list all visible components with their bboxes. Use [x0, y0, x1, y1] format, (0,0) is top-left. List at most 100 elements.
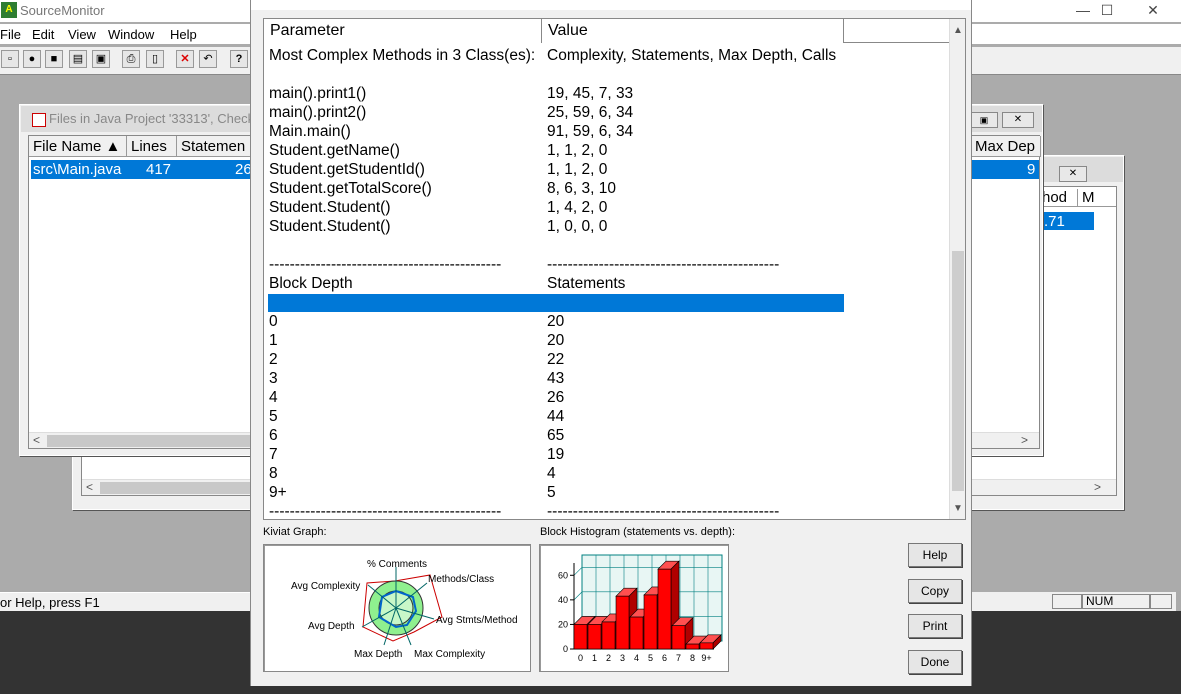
- menu-view[interactable]: View: [68, 27, 96, 42]
- param-cell: main().print1(): [269, 85, 367, 102]
- kiviat-label-avg-stmts: Avg Stmts/Method: [436, 615, 518, 626]
- param-cell: ----------------------------------------…: [269, 256, 502, 273]
- status-num: NUM: [1082, 594, 1150, 609]
- open-folder-icon[interactable]: ▤: [69, 50, 87, 68]
- col-max-depth[interactable]: Max Dep: [971, 136, 1041, 157]
- param-cell: main().print2(): [269, 104, 367, 121]
- histogram-svg: 02040600 1 2 3 4 5 6 7 8 9+: [558, 554, 723, 663]
- histogram-xtick: 3: [620, 653, 625, 663]
- value-cell: 1, 4, 2, 0: [547, 199, 608, 216]
- back-window-close-icon[interactable]: ✕: [1059, 166, 1087, 182]
- files-scroll-right-icon[interactable]: >: [1021, 433, 1028, 447]
- histogram-ytick: 20: [558, 619, 568, 629]
- value-cell: 20: [547, 313, 565, 330]
- document-icon: [32, 113, 46, 127]
- files-close-icon[interactable]: ✕: [1002, 112, 1034, 128]
- save-icon[interactable]: ▣: [92, 50, 110, 68]
- histogram-xtick: 4: [634, 653, 639, 663]
- param-cell: 2: [269, 351, 278, 368]
- context-help-icon[interactable]: ?: [230, 50, 248, 68]
- histogram-bar: [587, 624, 602, 650]
- param-cell: 9+: [269, 484, 287, 501]
- histogram-bar: [699, 642, 714, 650]
- value-cell: ----------------------------------------…: [547, 503, 780, 520]
- maximize-button[interactable]: ☐: [1084, 0, 1130, 22]
- copy-button[interactable]: Copy: [908, 579, 962, 603]
- kiviat-label-comments: % Comments: [367, 559, 427, 570]
- list-header: Parameter Value: [264, 19, 964, 43]
- param-cell: Most Complex Methods in 3 Class(es):: [269, 47, 536, 64]
- col-value[interactable]: Value: [542, 19, 844, 43]
- value-cell: 1, 1, 2, 0: [547, 161, 608, 178]
- app-title: SourceMonitor: [20, 3, 105, 18]
- undo-icon[interactable]: ↶: [199, 50, 217, 68]
- checkpoint-icon[interactable]: ■: [45, 50, 63, 68]
- param-cell: 6: [269, 427, 278, 444]
- back-col-b[interactable]: M: [1077, 189, 1095, 206]
- param-cell: 3: [269, 370, 278, 387]
- value-cell: 20: [547, 332, 565, 349]
- app-logo-icon: A: [1, 2, 17, 18]
- kiviat-svg: % Comments Methods/Class Avg Stmts/Metho…: [291, 559, 518, 660]
- value-cell: Complexity, Statements, Max Depth, Calls: [547, 47, 837, 64]
- col-statements[interactable]: Statemen: [177, 136, 257, 157]
- new-project-icon[interactable]: ●: [23, 50, 41, 68]
- histogram-bar: [643, 594, 658, 650]
- scroll-down-icon[interactable]: ▼: [950, 501, 965, 517]
- files-scroll-left-icon[interactable]: <: [33, 433, 40, 447]
- menu-help[interactable]: Help: [170, 27, 197, 42]
- print-preview-icon[interactable]: ▯: [146, 50, 164, 68]
- value-cell: 26: [547, 389, 565, 406]
- close-button[interactable]: ✕: [1130, 0, 1176, 22]
- histogram-grid-diag: [573, 567, 583, 576]
- back-col-a[interactable]: hod: [1042, 189, 1067, 206]
- value-cell: 44: [547, 408, 565, 425]
- param-cell: 7: [269, 446, 278, 463]
- kiviat-label-max-complexity: Max Complexity: [414, 649, 485, 660]
- print-icon[interactable]: ⎙: [122, 50, 140, 68]
- histogram-bar: [615, 595, 630, 650]
- histogram-bar: [601, 621, 616, 650]
- param-cell: Student.getTotalScore(): [269, 180, 432, 197]
- menu-window[interactable]: Window: [108, 27, 154, 42]
- kiviat-title: Kiviat Graph:: [263, 526, 327, 538]
- menu-file[interactable]: File: [0, 27, 21, 42]
- done-button[interactable]: Done: [908, 650, 962, 674]
- param-cell: ----------------------------------------…: [269, 503, 502, 520]
- histogram-xtick: 7: [676, 653, 681, 663]
- col-parameter[interactable]: Parameter: [264, 19, 542, 43]
- selected-row[interactable]: [268, 294, 844, 312]
- new-file-icon[interactable]: ▫: [1, 50, 19, 68]
- parameter-list: Parameter Value Most Complex Methods in …: [263, 18, 966, 520]
- vscroll-thumb[interactable]: [952, 251, 964, 491]
- kiviat-label-avg-depth: Avg Depth: [308, 621, 355, 632]
- scroll-up-icon[interactable]: ▲: [950, 23, 965, 39]
- files-hscroll-thumb[interactable]: [47, 435, 257, 447]
- histogram-xtick: 9+: [701, 653, 711, 663]
- scroll-right-icon[interactable]: >: [1094, 480, 1101, 494]
- param-cell: 5: [269, 408, 278, 425]
- menu-edit[interactable]: Edit: [32, 27, 54, 42]
- help-button[interactable]: Help: [908, 543, 962, 567]
- col-lines[interactable]: Lines: [127, 136, 177, 157]
- status-bar-right: NUM: [970, 592, 1176, 611]
- histogram-xtick: 0: [578, 653, 583, 663]
- histogram-ytick: 40: [558, 595, 568, 605]
- restore-icon[interactable]: ▣: [970, 112, 998, 128]
- status-bar: or Help, press F1: [0, 592, 255, 611]
- kiviat-label-avg-complexity: Avg Complexity: [291, 581, 360, 592]
- print-button[interactable]: Print: [908, 614, 962, 638]
- vertical-scrollbar[interactable]: ▲ ▼: [949, 19, 965, 519]
- histogram-bar: [657, 568, 672, 650]
- col-file-name[interactable]: File Name ▲: [29, 136, 127, 157]
- back-hscroll-thumb[interactable]: [100, 482, 270, 494]
- kiviat-label-methods: Methods/Class: [428, 574, 494, 585]
- back-cell-value: .71: [1044, 213, 1065, 230]
- details-dialog: Parameter Value Most Complex Methods in …: [250, 0, 972, 686]
- scroll-left-icon[interactable]: <: [86, 480, 93, 494]
- delete-icon[interactable]: ✕: [176, 50, 194, 68]
- histogram-bar: [573, 624, 588, 650]
- value-cell: 25, 59, 6, 34: [547, 104, 634, 121]
- value-cell: 22: [547, 351, 565, 368]
- histogram-bar: [685, 643, 700, 650]
